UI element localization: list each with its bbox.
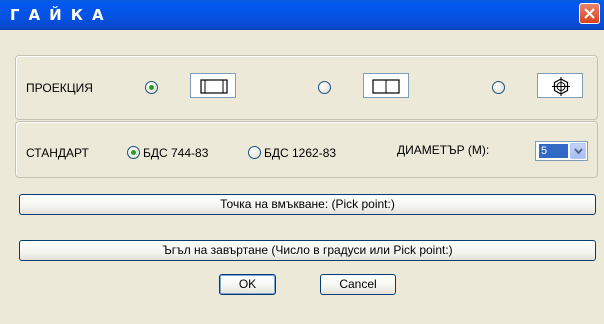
- projection-label: ПРОЕКЦИЯ: [26, 81, 93, 95]
- standard-option-bds-744-label[interactable]: БДС 744-83: [143, 146, 208, 160]
- standard-radio-bds-1262[interactable]: [248, 146, 261, 159]
- standard-radio-bds-744[interactable]: [127, 146, 140, 159]
- nut-top-view-icon: [552, 77, 570, 96]
- title-bar[interactable]: ГАЙКА: [0, 0, 604, 30]
- projection-icon-box-1: [190, 73, 236, 98]
- projection-radio-2[interactable]: [318, 81, 331, 94]
- close-button[interactable]: [579, 3, 600, 24]
- insert-point-button[interactable]: Точка на вмъкване: (Pick point:): [19, 194, 596, 215]
- ok-button[interactable]: OK: [219, 274, 276, 295]
- diameter-select[interactable]: 5: [535, 141, 588, 161]
- cancel-button[interactable]: Cancel: [320, 274, 396, 295]
- projection-group: [15, 55, 598, 120]
- diameter-dropdown-button[interactable]: [570, 143, 586, 159]
- standard-option-bds-1262-label[interactable]: БДС 1262-83: [264, 146, 336, 160]
- chevron-down-icon: [574, 148, 583, 155]
- projection-icon-box-3: [537, 73, 583, 98]
- window-title: ГАЙКА: [10, 6, 113, 24]
- diameter-label: ДИАМЕТЪР (M):: [397, 143, 490, 157]
- projection-radio-1[interactable]: [145, 81, 158, 94]
- standard-label: СТАНДАРТ: [26, 146, 89, 160]
- rotation-angle-button[interactable]: Ъгъл на завъртане (Число в градуси или P…: [19, 240, 596, 261]
- nut-side-view-icon: [200, 79, 228, 94]
- diameter-select-value: 5: [539, 144, 568, 158]
- nut-half-view-icon: [372, 79, 400, 94]
- projection-icon-box-2: [363, 73, 409, 98]
- close-icon: [584, 8, 595, 19]
- projection-radio-3[interactable]: [492, 81, 505, 94]
